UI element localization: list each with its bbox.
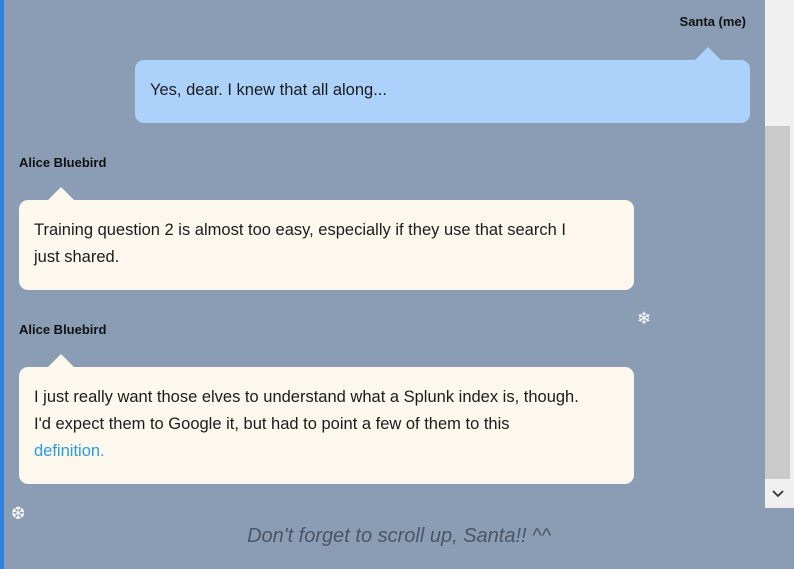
message-sender-alice: Alice Bluebird: [19, 322, 107, 337]
snowflake-icon: ❆: [11, 504, 26, 524]
scroll-up-hint: Don't forget to scroll up, Santa!! ^^: [247, 525, 551, 547]
message-text-line: I just really want those elves to unders…: [34, 388, 579, 406]
message-bubble-santa: Yes, dear. I knew that all along...: [135, 47, 750, 123]
snowflake-icon: ❄: [637, 309, 652, 329]
scrollbar-thumb[interactable]: [765, 126, 790, 479]
message-sender-santa: Santa (me): [679, 14, 746, 29]
message-text: Yes, dear. I knew that all along...: [150, 81, 387, 99]
message-text-line: Training question 2 is almost too easy, …: [34, 221, 566, 239]
chat-scrollbar[interactable]: [765, 0, 794, 508]
scroll-down-button[interactable]: [765, 480, 790, 506]
message-text-line: I'd expect them to Google it, but had to…: [34, 415, 510, 433]
chat-log[interactable]: Santa (me) Yes, dear. I knew that all al…: [4, 0, 764, 508]
message-sender-alice: Alice Bluebird: [19, 155, 107, 170]
message-bubble-alice: I just really want those elves to unders…: [19, 354, 634, 484]
message-text-line: just shared.: [34, 248, 120, 266]
chevron-down-icon: [771, 485, 784, 502]
definition-link[interactable]: definition.: [34, 442, 105, 460]
message-bubble-alice: Training question 2 is almost too easy, …: [19, 187, 634, 290]
